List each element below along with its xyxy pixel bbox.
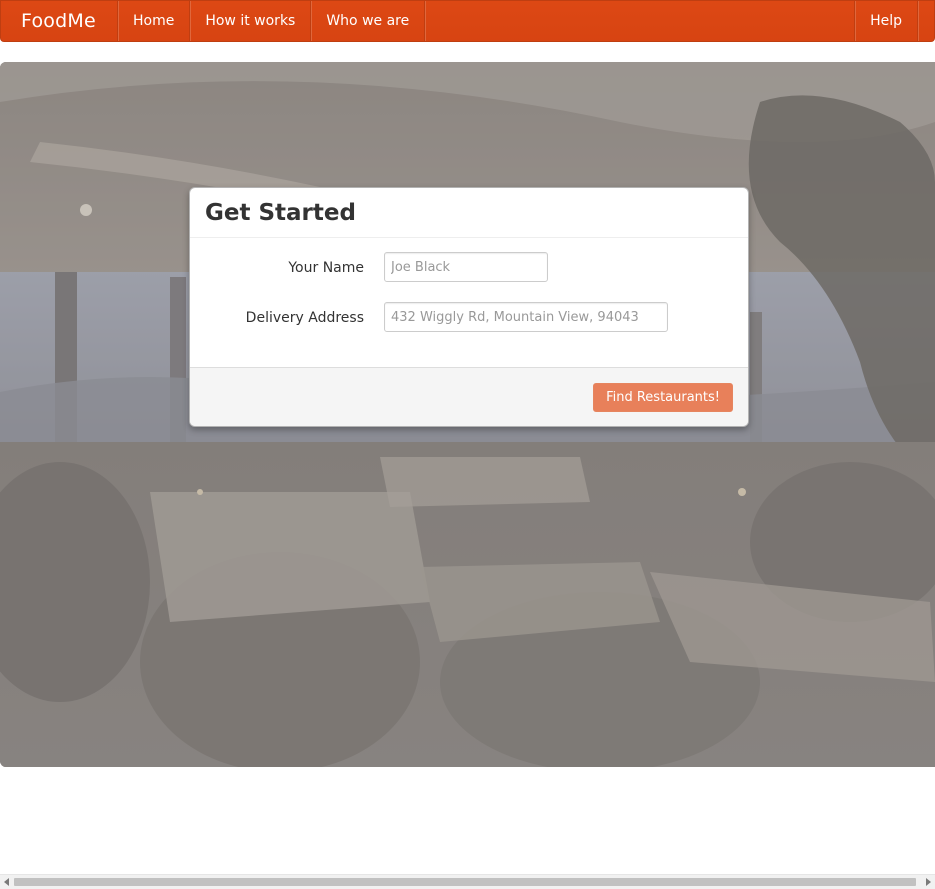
scrollbar-thumb[interactable]	[14, 878, 916, 886]
nav-item-home[interactable]: Home	[118, 1, 191, 41]
name-input[interactable]	[384, 252, 548, 282]
nav-item-how-it-works[interactable]: How it works	[190, 1, 312, 41]
scroll-right-icon[interactable]	[926, 878, 931, 886]
card-footer: Find Restaurants!	[190, 367, 748, 426]
nav-item-who-we-are[interactable]: Who we are	[311, 1, 426, 41]
hero-banner: Get Started Your Name Delivery Address F…	[0, 62, 935, 767]
address-row: Delivery Address	[190, 302, 748, 352]
card-body: Your Name Delivery Address	[190, 238, 748, 368]
find-restaurants-button[interactable]: Find Restaurants!	[593, 382, 733, 412]
scroll-left-icon[interactable]	[4, 878, 9, 886]
get-started-card: Get Started Your Name Delivery Address F…	[189, 187, 749, 427]
address-input[interactable]	[384, 302, 668, 332]
name-row: Your Name	[190, 252, 748, 302]
nav-item-help[interactable]: Help	[855, 1, 918, 41]
brand-logo[interactable]: FoodMe	[1, 1, 117, 41]
address-label: Delivery Address	[245, 310, 364, 326]
name-label: Your Name	[288, 260, 364, 276]
main-nav: Home How it works Who we are	[117, 1, 426, 41]
secondary-nav: Help	[854, 1, 918, 41]
card-title: Get Started	[205, 200, 356, 226]
horizontal-scrollbar[interactable]	[0, 874, 935, 889]
top-navbar: FoodMe Home How it works Who we are Help	[0, 0, 935, 42]
card-header: Get Started	[190, 188, 748, 238]
